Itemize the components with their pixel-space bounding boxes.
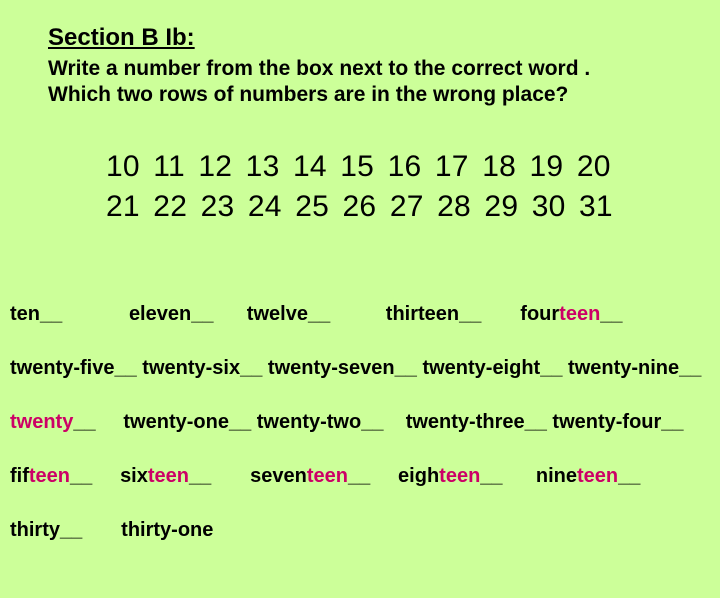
number-row-2: 21 22 23 24 25 26 27 28 29 30 31 bbox=[106, 187, 710, 228]
word-row-4: fifteen__ sixteen__ seventeen__ eighteen… bbox=[10, 463, 710, 490]
number-row-1: 10 11 12 13 14 15 16 17 18 19 20 bbox=[106, 147, 710, 188]
blank[interactable]: __ bbox=[40, 303, 62, 325]
teen-suffix: teen bbox=[577, 465, 618, 487]
word-twenty-two: twenty-two bbox=[257, 411, 361, 433]
blank[interactable]: __ bbox=[70, 465, 92, 487]
word-twenty-nine: twenty-nine bbox=[568, 357, 679, 379]
blank[interactable]: __ bbox=[361, 411, 383, 433]
word-eleven: eleven bbox=[129, 303, 191, 325]
instruction-line-2: Which two rows of numbers are in the wro… bbox=[48, 82, 710, 108]
word-twelve: twelve bbox=[247, 303, 308, 325]
word-twenty: twenty bbox=[10, 411, 73, 433]
blank[interactable]: __ bbox=[480, 465, 502, 487]
word-twenty-four: twenty-four bbox=[552, 411, 661, 433]
blank[interactable]: __ bbox=[618, 465, 640, 487]
teen-suffix: teen bbox=[307, 465, 348, 487]
blank[interactable]: __ bbox=[679, 357, 701, 379]
blank[interactable]: __ bbox=[114, 357, 136, 379]
section-title: Section B Ib: bbox=[48, 24, 710, 52]
word-four: four bbox=[520, 303, 559, 325]
blank[interactable]: __ bbox=[60, 519, 82, 541]
teen-suffix: teen bbox=[439, 465, 480, 487]
word-nine: nine bbox=[536, 465, 577, 487]
word-twenty-eight: twenty-eight bbox=[422, 357, 540, 379]
blank[interactable]: __ bbox=[348, 465, 370, 487]
worksheet-page: Section B Ib: Write a number from the bo… bbox=[0, 0, 720, 598]
blank[interactable]: __ bbox=[229, 411, 251, 433]
heading-block: Section B Ib: Write a number from the bo… bbox=[10, 24, 710, 109]
blank[interactable]: __ bbox=[525, 411, 547, 433]
word-row-1: ten__ eleven__ twelve__ thirteen__ fourt… bbox=[10, 301, 710, 328]
word-thirty: thirty bbox=[10, 519, 60, 541]
word-thirteen: thirteen bbox=[386, 303, 459, 325]
word-fif: fif bbox=[10, 465, 29, 487]
blank[interactable]: __ bbox=[240, 357, 262, 379]
word-six: six bbox=[120, 465, 148, 487]
blank[interactable]: __ bbox=[191, 303, 213, 325]
word-thirty-one: thirty-one bbox=[121, 519, 213, 541]
word-row-5: thirty__ thirty-one bbox=[10, 517, 710, 544]
word-twenty-three: twenty-three bbox=[406, 411, 525, 433]
blank[interactable]: __ bbox=[308, 303, 330, 325]
number-box: 10 11 12 13 14 15 16 17 18 19 20 21 22 2… bbox=[10, 147, 710, 228]
word-seven: seven bbox=[250, 465, 307, 487]
word-twenty-six: twenty-six bbox=[142, 357, 240, 379]
teen-suffix: teen bbox=[559, 303, 600, 325]
teen-suffix: teen bbox=[29, 465, 70, 487]
word-ten: ten bbox=[10, 303, 40, 325]
blank[interactable]: __ bbox=[600, 303, 622, 325]
blank[interactable]: __ bbox=[540, 357, 562, 379]
blank[interactable]: __ bbox=[189, 465, 211, 487]
word-eigh: eigh bbox=[398, 465, 439, 487]
word-row-2: twenty-five__ twenty-six__ twenty-seven_… bbox=[10, 355, 710, 382]
word-twenty-five: twenty-five bbox=[10, 357, 114, 379]
blank[interactable]: __ bbox=[73, 411, 95, 433]
blank[interactable]: __ bbox=[395, 357, 417, 379]
instruction-line-1: Write a number from the box next to the … bbox=[48, 56, 710, 82]
teen-suffix: teen bbox=[148, 465, 189, 487]
word-twenty-seven: twenty-seven bbox=[268, 357, 395, 379]
word-list: ten__ eleven__ twelve__ thirteen__ fourt… bbox=[10, 274, 710, 598]
word-twenty-one: twenty-one bbox=[123, 411, 229, 433]
blank[interactable]: __ bbox=[459, 303, 481, 325]
blank[interactable]: __ bbox=[661, 411, 683, 433]
word-row-3: twenty__ twenty-one__ twenty-two__ twent… bbox=[10, 409, 710, 436]
